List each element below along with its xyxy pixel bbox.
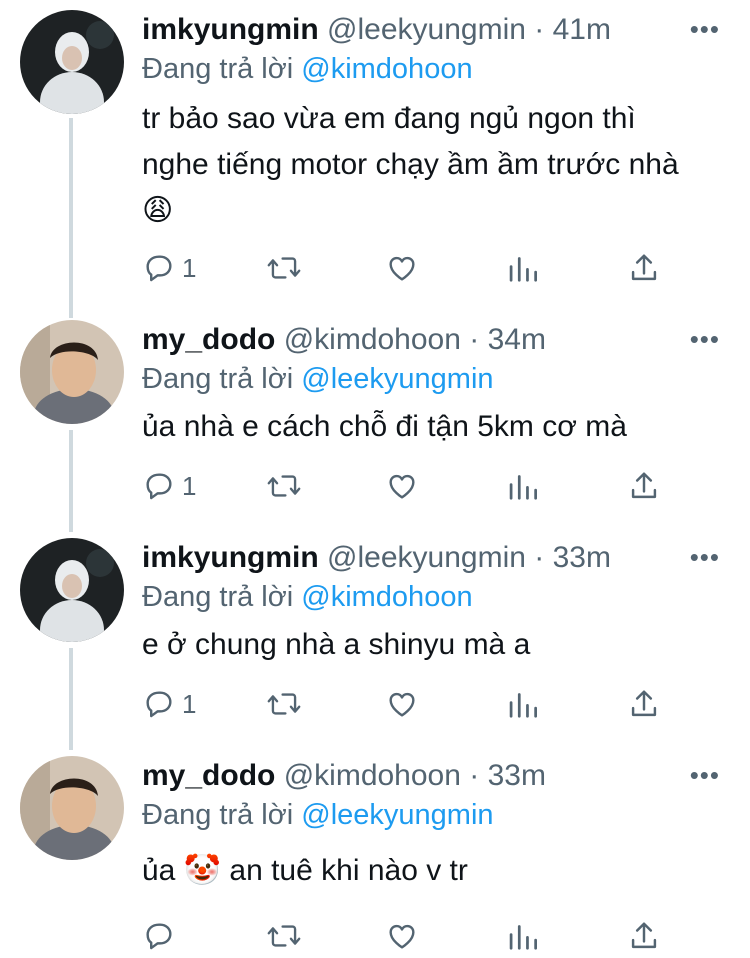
analytics-button[interactable] (507, 686, 537, 722)
reply-button[interactable]: 1 (142, 686, 196, 722)
tweet-text: tr bảo sao vừa em đang ngủ ngon thì nghe… (142, 102, 679, 227)
like-icon (385, 687, 419, 721)
separator-dot: · (534, 13, 545, 46)
more-options-icon[interactable]: ••• (690, 324, 720, 354)
analytics-icon (507, 919, 537, 953)
share-button[interactable] (629, 686, 659, 722)
separator-dot: · (469, 323, 480, 356)
timestamp[interactable]: 41m (553, 13, 611, 46)
avatar[interactable] (20, 10, 124, 114)
retweet-button[interactable] (266, 918, 302, 954)
analytics-icon (507, 251, 537, 285)
tweet-text: ủa nhà e cách chỗ đi tận 5km cơ mà (142, 410, 627, 443)
mention-link[interactable]: @leekyungmin (301, 799, 493, 831)
reply-icon (142, 251, 176, 285)
replying-to-label: Đang trả lời (142, 799, 294, 831)
like-button[interactable] (385, 250, 419, 286)
retweet-icon (266, 469, 302, 503)
retweet-icon (266, 919, 302, 953)
reply-count: 1 (182, 470, 197, 501)
mention-link[interactable]: @kimdohoon (301, 581, 472, 613)
like-icon (385, 919, 419, 953)
reply-icon (142, 919, 176, 953)
display-name[interactable]: my_dodo (142, 323, 275, 356)
reply-icon (142, 469, 176, 503)
replying-to-label: Đang trả lời (142, 363, 294, 395)
share-icon (629, 919, 659, 953)
tweet-actions: 1 (142, 468, 672, 508)
retweet-button[interactable] (266, 250, 302, 286)
tweet-actions: 1 (142, 250, 672, 290)
share-icon (629, 251, 659, 285)
share-button[interactable] (629, 918, 659, 954)
tweet[interactable]: my_dodo @kimdohoon · 34m ••• Đang trả lờ… (0, 310, 750, 528)
like-icon (385, 251, 419, 285)
user-handle[interactable]: @leekyungmin (327, 541, 526, 574)
replying-to: Đang trả lời @kimdohoon (142, 52, 473, 86)
share-icon (629, 687, 659, 721)
reply-button[interactable]: 1 (142, 250, 196, 286)
replying-to: Đang trả lời @leekyungmin (142, 798, 494, 832)
retweet-icon (266, 687, 302, 721)
analytics-button[interactable] (507, 918, 537, 954)
analytics-icon (507, 687, 537, 721)
tweet[interactable]: imkyungmin @leekyungmin · 41m ••• Đang t… (0, 0, 750, 310)
share-button[interactable] (629, 468, 659, 504)
retweet-button[interactable] (266, 686, 302, 722)
user-handle[interactable]: @kimdohoon (284, 759, 461, 792)
like-icon (385, 469, 419, 503)
more-options-icon[interactable]: ••• (690, 14, 720, 44)
share-button[interactable] (629, 250, 659, 286)
replying-to: Đang trả lời @leekyungmin (142, 362, 494, 396)
replying-to: Đang trả lời @kimdohoon (142, 580, 473, 614)
retweet-button[interactable] (266, 468, 302, 504)
tweet-actions (142, 918, 672, 958)
avatar[interactable] (20, 538, 124, 642)
like-button[interactable] (385, 686, 419, 722)
user-handle[interactable]: @leekyungmin (327, 13, 526, 46)
separator-dot: · (534, 541, 545, 574)
analytics-button[interactable] (507, 250, 537, 286)
timestamp[interactable]: 33m (553, 541, 611, 574)
replying-to-label: Đang trả lời (142, 53, 294, 85)
analytics-icon (507, 469, 537, 503)
timestamp[interactable]: 34m (488, 323, 546, 356)
like-button[interactable] (385, 918, 419, 954)
reply-button[interactable] (142, 918, 182, 954)
tweet-header: imkyungmin @leekyungmin · 33m (142, 540, 611, 576)
analytics-button[interactable] (507, 468, 537, 504)
separator-dot: · (469, 759, 480, 792)
reply-count: 1 (182, 688, 197, 719)
more-options-icon[interactable]: ••• (690, 542, 720, 572)
like-button[interactable] (385, 468, 419, 504)
tweet-header: imkyungmin @leekyungmin · 41m (142, 12, 611, 48)
tweet[interactable]: imkyungmin @leekyungmin · 33m ••• Đang t… (0, 528, 750, 746)
retweet-icon (266, 251, 302, 285)
tweet-text: ủa 🤡 an tuê khi nào v tr (142, 854, 468, 887)
reply-count: 1 (182, 252, 197, 283)
tweet-header: my_dodo @kimdohoon · 33m (142, 758, 546, 794)
reply-button[interactable]: 1 (142, 468, 196, 504)
avatar[interactable] (20, 756, 124, 860)
tweet-text: e ở chung nhà a shinyu mà a (142, 628, 531, 661)
display-name[interactable]: imkyungmin (142, 541, 319, 574)
tweet-actions: 1 (142, 686, 672, 726)
tweet-header: my_dodo @kimdohoon · 34m (142, 322, 546, 358)
display-name[interactable]: my_dodo (142, 759, 275, 792)
mention-link[interactable]: @leekyungmin (301, 363, 493, 395)
avatar[interactable] (20, 320, 124, 424)
display-name[interactable]: imkyungmin (142, 13, 319, 46)
replying-to-label: Đang trả lời (142, 581, 294, 613)
more-options-icon[interactable]: ••• (690, 760, 720, 790)
mention-link[interactable]: @kimdohoon (301, 53, 472, 85)
user-handle[interactable]: @kimdohoon (284, 323, 461, 356)
reply-icon (142, 687, 176, 721)
timestamp[interactable]: 33m (488, 759, 546, 792)
share-icon (629, 469, 659, 503)
tweet[interactable]: my_dodo @kimdohoon · 33m ••• Đang trả lờ… (0, 746, 750, 957)
